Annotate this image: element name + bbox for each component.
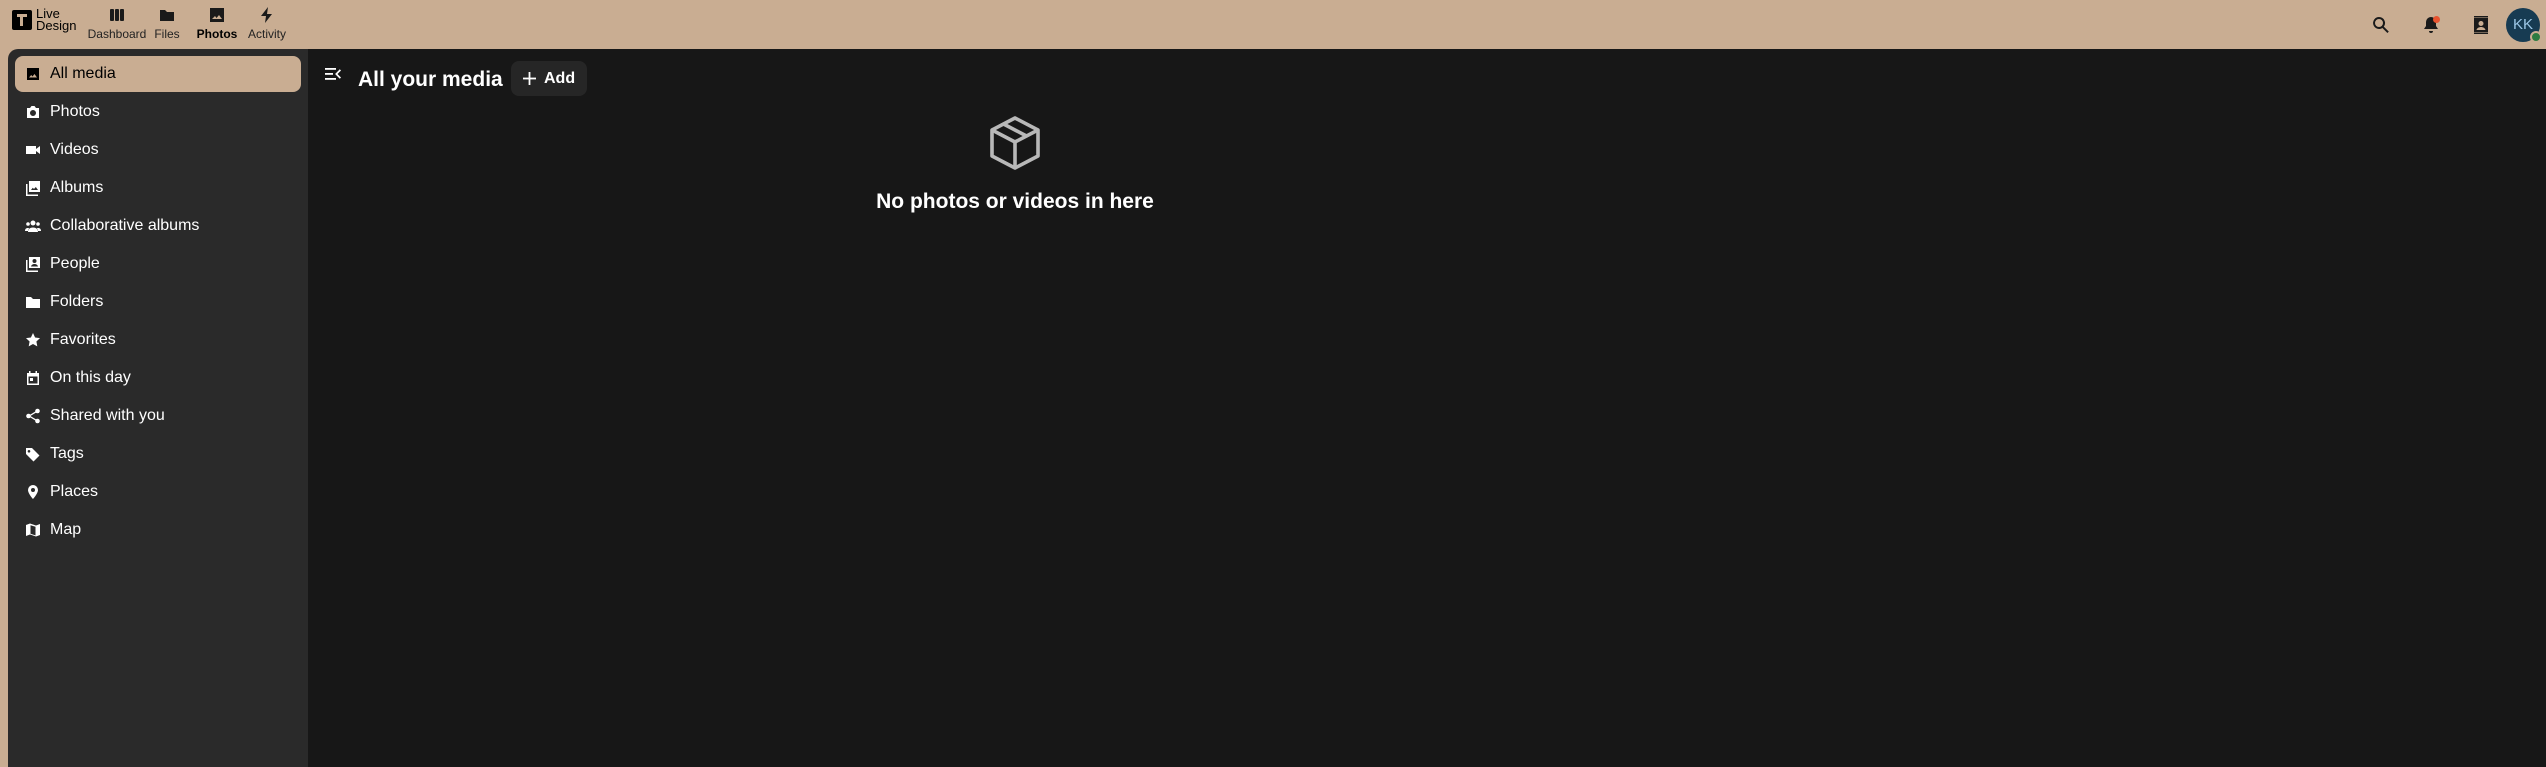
user-avatar[interactable]: KK <box>2506 7 2542 43</box>
sidebar-item-label: Favorites <box>50 331 116 348</box>
sidebar-item-label: All media <box>50 65 116 82</box>
sidebar-item-collaborative-albums[interactable]: Collaborative albums <box>15 208 301 244</box>
folder-icon <box>26 297 40 308</box>
dashboard-icon <box>110 9 124 21</box>
contacts-button[interactable] <box>2456 0 2506 49</box>
sidebar-item-label: Collaborative albums <box>50 217 200 234</box>
package-icon <box>990 116 1040 170</box>
app-dashboard-label: Dashboard <box>87 27 147 41</box>
app-dashboard[interactable]: Dashboard <box>88 4 146 44</box>
sidebar-item-label: Map <box>50 521 82 538</box>
camera-icon <box>27 106 39 118</box>
sidebar-item-on-this-day[interactable]: On this day <box>15 360 301 396</box>
lightning-icon <box>261 7 272 23</box>
folder-icon <box>160 10 174 21</box>
app-activity-label: Activity <box>247 27 286 41</box>
sidebar-item-favorites[interactable]: Favorites <box>15 322 301 358</box>
add-button[interactable]: Add <box>511 61 588 96</box>
sidebar-item-all-media[interactable]: All media <box>15 56 301 92</box>
sidebar-item-label: Places <box>50 483 99 500</box>
search-button[interactable] <box>2356 0 2406 49</box>
empty-state: No photos or videos in here <box>308 113 1722 214</box>
logo-text: Live Design <box>36 6 77 33</box>
group-icon <box>25 220 41 232</box>
app-switcher: Dashboard Files Photos Activity <box>88 4 292 44</box>
star-icon <box>26 333 40 347</box>
people-icon <box>26 257 40 272</box>
sidebar-item-label: On this day <box>50 369 131 386</box>
empty-state-message: No photos or videos in here <box>876 190 1154 213</box>
app-photos[interactable]: Photos <box>192 4 242 44</box>
sidebar-item-albums[interactable]: Albums <box>15 170 301 206</box>
sidebar-item-label: People <box>50 255 100 272</box>
image-icon <box>210 8 224 22</box>
add-button-label: Add <box>544 69 576 87</box>
sidebar-item-label: Videos <box>50 141 99 158</box>
app-activity[interactable]: Activity <box>242 4 292 44</box>
sidebar-item-tags[interactable]: Tags <box>15 436 301 472</box>
sidebar-item-folders[interactable]: Folders <box>15 284 301 320</box>
tag-icon <box>26 448 40 462</box>
main-content: All your media Add No photos or videos i… <box>308 49 2546 767</box>
app-logo[interactable]: Live Design <box>12 6 77 33</box>
collapse-menu-icon <box>325 68 341 80</box>
page-title: All your media <box>358 68 503 91</box>
sidebar-item-people[interactable]: People <box>15 246 301 282</box>
sidebar-item-label: Folders <box>50 293 104 310</box>
sidebar-navigation: All media Photos Videos Albums Collabora… <box>8 49 308 767</box>
notifications-button[interactable] <box>2406 0 2456 49</box>
sidebar-item-photos[interactable]: Photos <box>15 94 301 130</box>
video-icon <box>26 146 40 154</box>
sidebar-item-label: Albums <box>50 179 104 196</box>
sidebar-item-map[interactable]: Map <box>15 512 301 548</box>
sidebar-item-label: Shared with you <box>50 407 165 424</box>
sidebar-item-videos[interactable]: Videos <box>15 132 301 168</box>
search-icon <box>2373 16 2389 33</box>
top-header: Live Design Dashboard Files Photos Activ… <box>0 0 2546 49</box>
plus-icon <box>523 72 536 85</box>
contacts-icon <box>2474 15 2488 34</box>
calendar-icon <box>27 371 39 385</box>
sidebar-toggle-button[interactable] <box>324 65 342 83</box>
share-icon <box>26 408 40 424</box>
notification-dot <box>2433 16 2440 23</box>
sidebar-item-label: Photos <box>50 103 100 120</box>
app-photos-label: Photos <box>196 27 238 41</box>
sidebar-item-places[interactable]: Places <box>15 474 301 510</box>
logo-icon <box>12 10 32 30</box>
app-files[interactable]: Files <box>142 4 192 44</box>
sidebar-item-label: Tags <box>50 445 84 462</box>
header-tools: KK <box>2356 0 2546 49</box>
avatar-initials: KK <box>2512 16 2533 33</box>
status-indicator <box>2530 30 2542 43</box>
app-files-label: Files <box>154 27 180 41</box>
map-icon <box>26 523 40 537</box>
image-icon <box>27 68 39 80</box>
location-pin-icon <box>28 485 38 499</box>
albums-icon <box>26 181 40 196</box>
sidebar-item-shared-with-you[interactable]: Shared with you <box>15 398 301 434</box>
